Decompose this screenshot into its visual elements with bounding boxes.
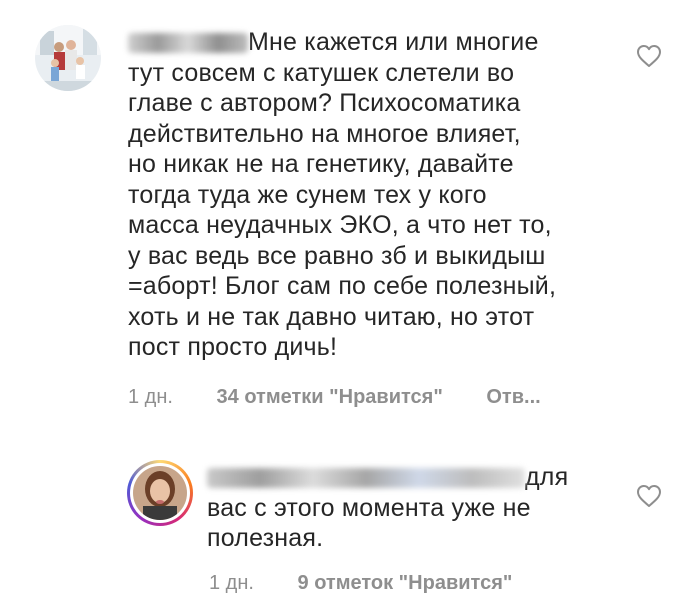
comment-2: для вас с этого момента уже не полезная.… (0, 440, 700, 613)
likes-count[interactable]: 34 отметки "Нравится" (217, 386, 443, 408)
comment-line: тут совсем с катушек слетели во (128, 58, 515, 87)
comment-meta: 1 дн. 34 отметки "Нравится" Отв... (128, 386, 541, 409)
likes-count[interactable]: 9 отметок "Нравится" (298, 572, 513, 594)
comment-line: вас с этого момента уже не (207, 493, 531, 522)
comment-text: Мне кажется или многие тут совсем с кату… (128, 27, 598, 363)
comment-line: но никак не на генетику, давайте (128, 150, 514, 178)
comment-line: действительно на многое влияет, (128, 119, 521, 148)
reply-button[interactable]: Отв... (486, 386, 540, 408)
comment-line: пост просто дичь! (128, 333, 338, 361)
comment-line: хоть и не так давно читаю, но этот (128, 302, 535, 331)
commenter-avatar[interactable] (127, 460, 193, 526)
comment-meta: 1 дн. 9 отметок "Нравится" (209, 572, 512, 595)
comment-1: Мне кажется или многие тут совсем с кату… (0, 0, 700, 420)
comment-line: для (207, 462, 627, 493)
heart-outline-icon (637, 485, 661, 507)
comment-line-text: для (525, 463, 569, 491)
comment-line: масса неудачных ЭКО, а что нет то, (128, 211, 552, 239)
comment-line: тогда туда же сунем тех у кого (128, 180, 487, 209)
comment-line: у вас ведь все равно зб и выкидыш (128, 241, 546, 270)
heart-outline-icon (637, 45, 661, 67)
comment-time: 1 дн. (209, 572, 254, 594)
comment-text: для вас с этого момента уже не полезная. (207, 462, 627, 554)
comment-line-text: Мне кажется или многие (248, 28, 539, 56)
like-button[interactable] (636, 484, 662, 508)
username-redacted (207, 468, 525, 489)
comment-line: Мне кажется или многие (128, 27, 598, 58)
username-redacted (128, 33, 248, 54)
comment-line: главе с автором? Психосоматика (128, 89, 521, 117)
like-button[interactable] (636, 44, 662, 68)
commenter-avatar[interactable] (35, 25, 101, 91)
comment-line: полезная. (207, 524, 324, 552)
comment-line: =аборт! Блог сам по себе полезный, (128, 272, 557, 300)
comment-time: 1 дн. (128, 386, 173, 408)
